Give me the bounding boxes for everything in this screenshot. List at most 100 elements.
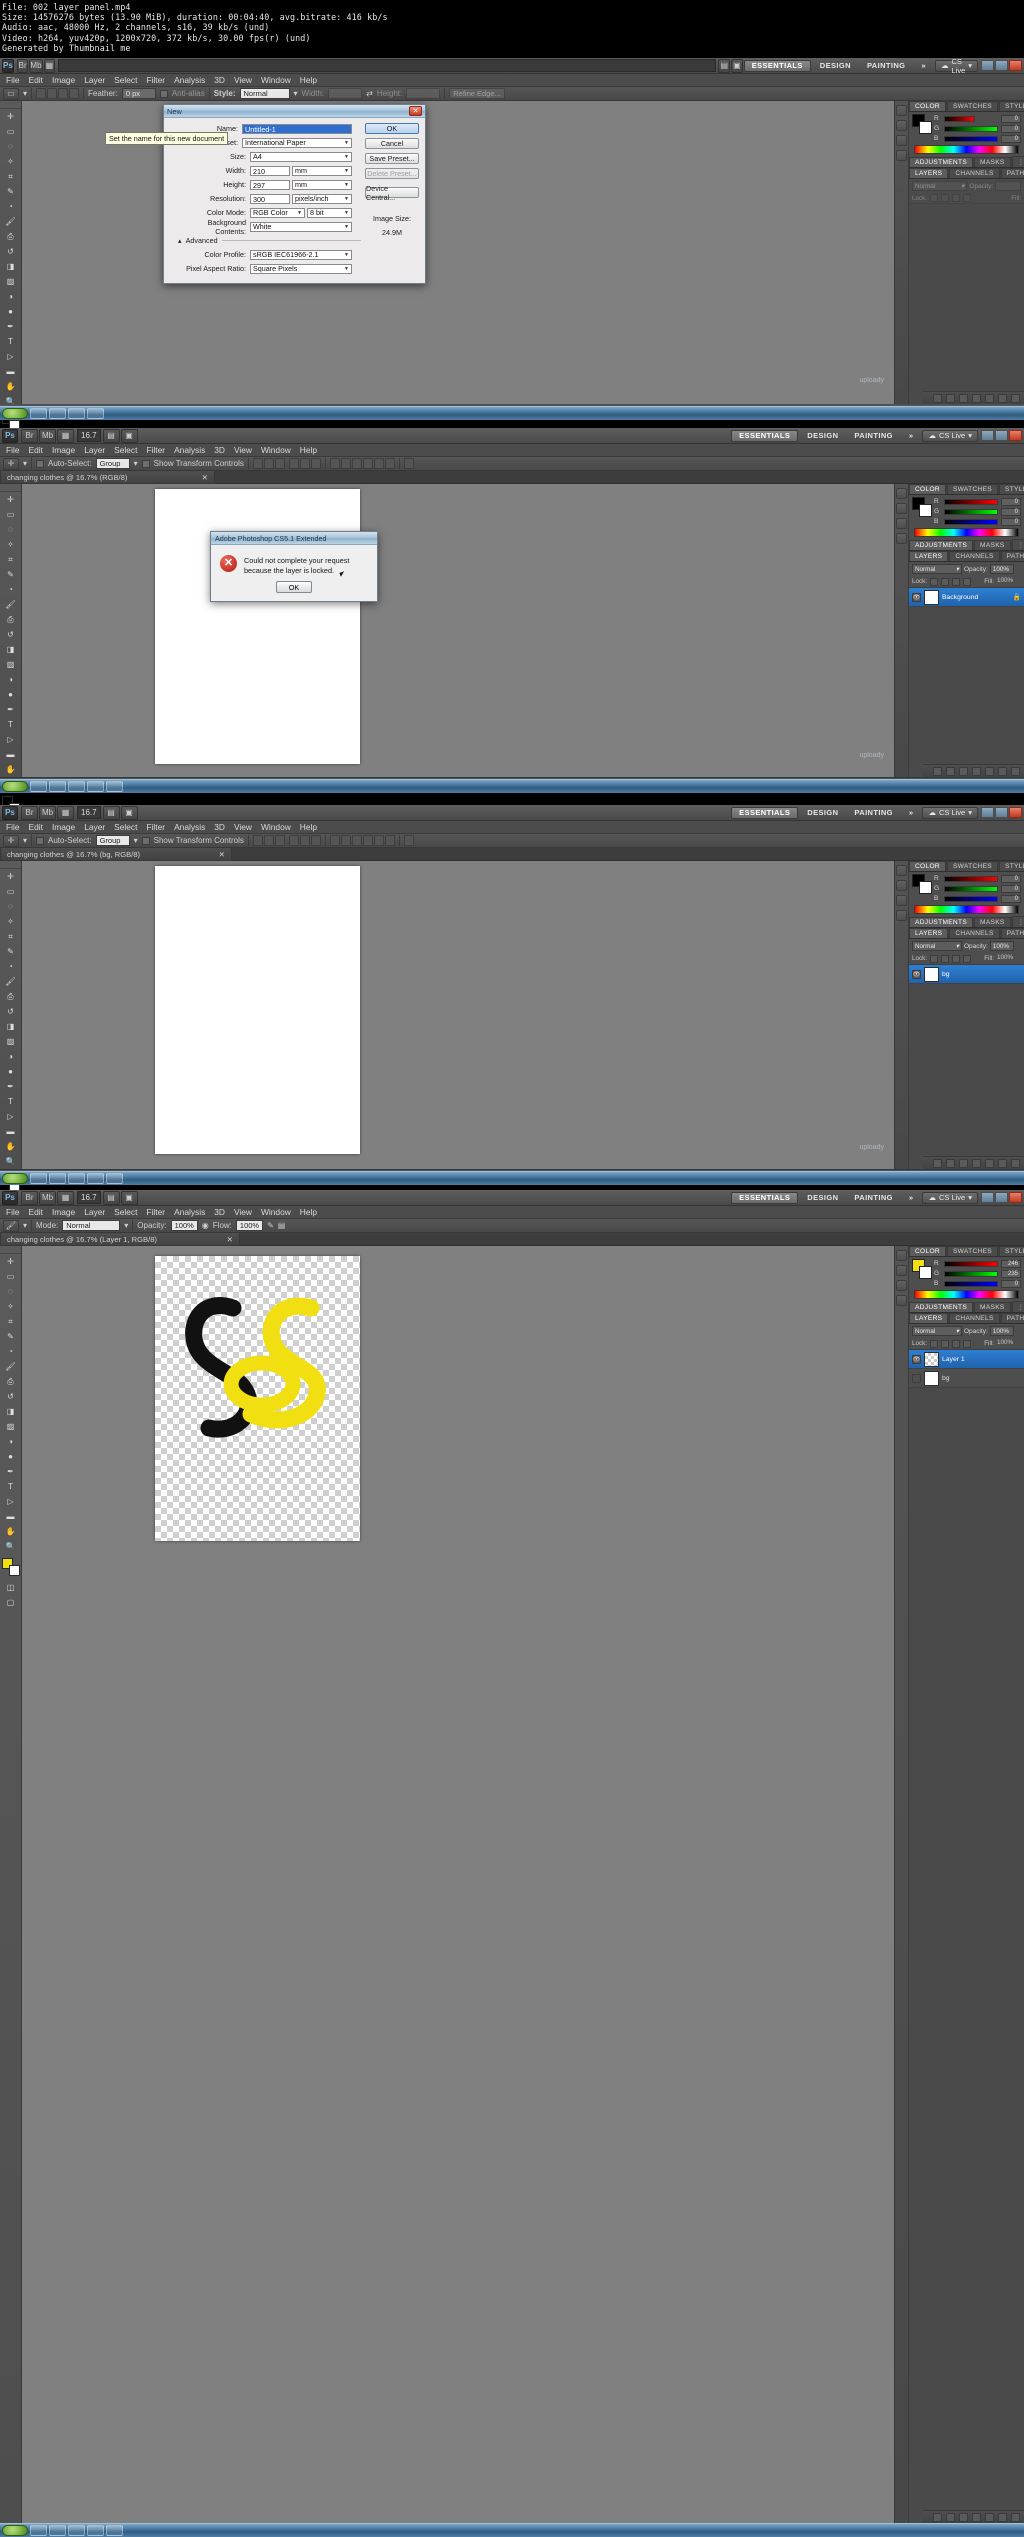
new-dropdown-bgcontents[interactable]: White ▼ (250, 221, 352, 232)
refine-edge-button-1[interactable]: Refine Edge... (449, 88, 505, 99)
color-input-g-1[interactable]: 0 (1001, 124, 1021, 133)
color-input-g-3[interactable]: 0 (1001, 884, 1021, 893)
distribute-group-2[interactable] (329, 458, 395, 469)
new-cancel-button[interactable]: Cancel (365, 138, 419, 149)
tab-layers-3[interactable]: LAYERS (909, 928, 949, 938)
color-input-g-2[interactable]: 0 (1001, 507, 1021, 516)
menu-select-4[interactable]: Select (114, 1207, 137, 1217)
menu-window-4[interactable]: Window (261, 1207, 291, 1217)
cs-live-button-1[interactable]: ☁ CS Live ▾ (935, 57, 979, 75)
blend-mode-dropdown-layers-4[interactable]: Normal ▾ (912, 1326, 962, 1336)
menu-edit-1[interactable]: Edit (29, 75, 43, 85)
align-vert-group-3[interactable] (288, 835, 321, 846)
document-tab-2[interactable]: changing clothes @ 16.7% (RGB/8) ✕ (0, 471, 215, 484)
tab-styles-2[interactable]: STYLES (999, 484, 1024, 494)
taskbar-item-4e[interactable] (106, 2525, 123, 2536)
brush-tool-icon-3[interactable]: 🖌 (1, 974, 21, 989)
workspace-design-2[interactable]: DESIGN (800, 430, 845, 442)
table-row[interactable]: 👁 Background 🔒 (909, 588, 1024, 607)
history-brush-tool-icon-2[interactable]: ↺ (1, 627, 21, 642)
menu-edit-4[interactable]: Edit (29, 1207, 43, 1217)
lasso-tool-icon-2[interactable]: ◌ (1, 522, 21, 537)
style-dropdown-1[interactable]: Normal (239, 88, 290, 99)
close-button-3[interactable] (1009, 807, 1022, 818)
cs-live-button-2[interactable]: ☁ CS Live ▾ (922, 429, 978, 442)
color-slider-r-4[interactable] (944, 1260, 998, 1267)
menu-file-2[interactable]: File (6, 445, 20, 455)
zoom-level-display-2[interactable]: 16.7 (77, 429, 101, 442)
quick-select-tool-icon-4[interactable]: ✧ (1, 1299, 21, 1314)
tab-channels-4[interactable]: CHANNELS (949, 1313, 1000, 1323)
minimize-button-4[interactable] (981, 1192, 994, 1203)
style-chevron-1[interactable]: ▾ (294, 89, 298, 98)
brush-tool-icon-4[interactable]: 🖌 (1, 1359, 21, 1374)
auto-align-group-2[interactable] (403, 458, 414, 469)
color-background-1[interactable] (919, 121, 932, 134)
layers-panel-tabs-3[interactable]: LAYERS CHANNELS PATHS ⋮≡ (909, 928, 1024, 939)
auto-align-group-3[interactable] (403, 835, 414, 846)
color-ramp-1[interactable] (914, 145, 1019, 154)
taskbar-item-1a[interactable] (30, 408, 47, 419)
marquee-tool-icon-4[interactable]: ▭ (1, 1269, 21, 1284)
color-row-b-4[interactable]: B 0 (934, 1279, 1021, 1288)
color-slider-b-4[interactable] (944, 1280, 998, 1287)
menu-filter-4[interactable]: Filter (146, 1207, 165, 1217)
lasso-tool-icon-1[interactable]: ◌ (1, 139, 21, 154)
shape-tool-icon-1[interactable]: ▬ (1, 364, 21, 379)
menu-image-2[interactable]: Image (52, 445, 75, 455)
brush-tool-icon-1[interactable]: 🖌 (1, 214, 21, 229)
crop-tool-icon-1[interactable]: ⌗ (1, 169, 21, 184)
move-tool-active-icon-2[interactable]: ✛ (3, 457, 19, 470)
taskbar-item-2d[interactable] (87, 781, 104, 792)
color-row-r-1[interactable]: R 24.9M 0 (934, 114, 1021, 123)
locked-layer-error-dialog[interactable]: Adobe Photoshop CS5.1 Extended ✕ Could n… (210, 531, 378, 602)
adjustments-panel-tabs-4[interactable]: ADJUSTMENTS MASKS ⋮≡ (909, 1301, 1024, 1313)
clone-stamp-tool-icon-2[interactable]: ⎙ (1, 612, 21, 627)
tab-swatches-4[interactable]: SWATCHES (946, 1246, 998, 1256)
color-row-b-1[interactable]: B 0 (934, 134, 1021, 143)
mini-bridge-icon[interactable]: Mb (29, 58, 43, 73)
start-button-1[interactable] (2, 408, 28, 419)
new-document-dialog[interactable]: New ✕ Name: Untitled-1 Preset: Internati… (163, 104, 426, 284)
workspace-painting-2[interactable]: PAINTING (847, 430, 899, 442)
menu-layer-4[interactable]: Layer (84, 1207, 105, 1217)
menu-view-1[interactable]: View (234, 75, 252, 85)
workspace-essentials-2[interactable]: ESSENTIALS (731, 429, 799, 442)
auto-select-chevron-2[interactable]: ▾ (134, 459, 138, 468)
color-slider-r-2[interactable] (944, 498, 998, 505)
color-fg-bg-1[interactable] (912, 114, 932, 134)
menu-analysis-2[interactable]: Analysis (174, 445, 205, 455)
menu-analysis-3[interactable]: Analysis (174, 822, 205, 832)
layers-panel-tabs-4[interactable]: LAYERS CHANNELS PATHS ⋮≡ (909, 1313, 1024, 1324)
move-tool-icon-1[interactable]: ✛ (1, 109, 21, 124)
crop-tool-icon-3[interactable]: ⌗ (1, 929, 21, 944)
color-panel-tabs-1[interactable]: COLOR SWATCHES STYLES ⋮≡ (909, 101, 1024, 112)
dodge-tool-icon-1[interactable]: ● (1, 304, 21, 319)
tab-masks-3[interactable]: MASKS (974, 917, 1011, 927)
healing-brush-tool-icon-3[interactable]: ◔ (1, 959, 21, 974)
menu-filter-2[interactable]: Filter (146, 445, 165, 455)
tool-preset-chevron-3[interactable]: ▾ (23, 836, 27, 845)
document-tab-close-icon-4[interactable]: ✕ (227, 1235, 233, 1244)
menu-filter-3[interactable]: Filter (146, 822, 165, 832)
hand-tool-icon-2[interactable]: ✋ (1, 762, 21, 777)
menu-select-2[interactable]: Select (114, 445, 137, 455)
color-row-r-3[interactable]: R 0 (934, 874, 1021, 883)
dock-rail-4[interactable] (895, 1246, 909, 2523)
pen-tool-icon-1[interactable]: ✒ (1, 319, 21, 334)
panel-menu-icon-adj-4[interactable]: ⋮≡ (1011, 1301, 1024, 1312)
color-row-b-3[interactable]: B 0 (934, 894, 1021, 903)
new-dialog-titlebar[interactable]: New ✕ (164, 105, 425, 118)
airbrush-icon-4[interactable]: ◉ (202, 1221, 209, 1230)
blend-mode-dropdown-3[interactable]: Normal ▾ (912, 941, 962, 951)
history-brush-tool-icon-4[interactable]: ↺ (1, 1389, 21, 1404)
color-ramp-3[interactable] (914, 905, 1019, 914)
lock-all-icon-2[interactable] (963, 577, 972, 586)
color-slider-b-2[interactable] (944, 518, 998, 525)
taskbar-item-3c[interactable] (68, 1173, 85, 1184)
adjustments-panel-tabs-3[interactable]: ADJUSTMENTS MASKS ⋮≡ (909, 916, 1024, 928)
hand-tool-icon-3[interactable]: ✋ (1, 1139, 21, 1154)
error-ok-button[interactable]: OK (276, 581, 312, 593)
path-select-tool-icon-4[interactable]: ▷ (1, 1494, 21, 1509)
menu-layer-1[interactable]: Layer (84, 75, 105, 85)
